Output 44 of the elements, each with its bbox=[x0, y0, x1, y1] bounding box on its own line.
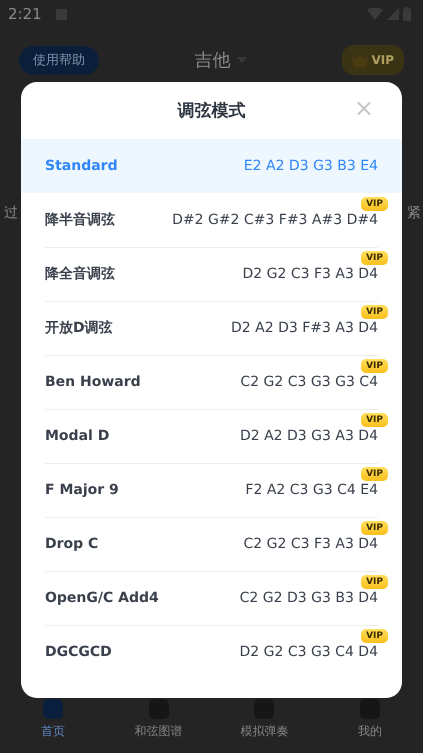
tuning-name: Ben Howard bbox=[45, 374, 141, 390]
tuning-notes: D2 A2 D3 F#3 A3 D4 bbox=[231, 320, 378, 336]
nav-icon bbox=[358, 697, 382, 721]
vip-badge: VIP bbox=[361, 521, 388, 535]
vip-badge: VIP bbox=[361, 197, 388, 211]
tuning-notes: D2 A2 D3 G3 A3 D4 bbox=[240, 428, 378, 444]
tuning-name: Drop C bbox=[45, 536, 98, 552]
vip-badge: VIP bbox=[361, 575, 388, 589]
help-button[interactable]: 使用帮助 bbox=[19, 46, 99, 74]
nav-tab[interactable]: 和弦图谱 bbox=[106, 693, 212, 753]
dialog-title: 调弦模式 bbox=[178, 100, 246, 122]
nav-icon bbox=[252, 697, 276, 721]
vip-badge: VIP bbox=[361, 251, 388, 265]
background-text: 紧 bbox=[407, 204, 421, 223]
tuning-name: F Major 9 bbox=[45, 482, 119, 498]
nav-tab[interactable]: 我的 bbox=[317, 693, 423, 753]
tuning-name: 降全音调弦 bbox=[45, 265, 115, 283]
tuning-notes: D2 G2 C3 G3 C4 D4 bbox=[239, 644, 378, 660]
instrument-title[interactable]: 吉他 bbox=[194, 48, 231, 72]
vip-badge: VIP bbox=[361, 629, 388, 643]
tuning-name: Standard bbox=[45, 158, 118, 174]
status-time: 2:21 bbox=[8, 5, 42, 23]
tuning-name: 降半音调弦 bbox=[45, 211, 115, 229]
vip-badge: VIP bbox=[361, 413, 388, 427]
vip-badge: VIP bbox=[361, 467, 388, 481]
tuning-notes: E2 A2 D3 G3 B3 E4 bbox=[244, 158, 378, 174]
tuning-name: 开放D调弦 bbox=[45, 319, 113, 337]
vip-button[interactable]: VIP bbox=[342, 45, 404, 75]
tuning-name: DGCGCD bbox=[45, 644, 112, 660]
background-text: 过 bbox=[4, 204, 18, 223]
tuning-notes: F2 A2 C3 G3 C4 E4 bbox=[245, 482, 378, 498]
tuning-notes: C2 G2 C3 F3 A3 D4 bbox=[243, 536, 378, 552]
nav-tab[interactable]: 模拟弹奏 bbox=[212, 693, 318, 753]
tuning-notes: C2 G2 D3 G3 B3 D4 bbox=[240, 590, 378, 606]
nav-icon bbox=[146, 697, 171, 721]
nav-icon bbox=[40, 697, 65, 721]
tuning-notes: D2 G2 C3 F3 A3 D4 bbox=[242, 266, 378, 282]
nav-tab[interactable]: 首页 bbox=[0, 693, 106, 753]
vip-badge: VIP bbox=[361, 359, 388, 373]
tuning-notes: C2 G2 C3 G3 G3 C4 bbox=[240, 374, 378, 390]
tuning-notes: D#2 G#2 C#3 F#3 A#3 D#4 bbox=[172, 212, 378, 228]
vip-badge: VIP bbox=[361, 305, 388, 319]
tuning-name: OpenG/C Add4 bbox=[45, 590, 159, 606]
tuning-name: Modal D bbox=[45, 428, 110, 444]
